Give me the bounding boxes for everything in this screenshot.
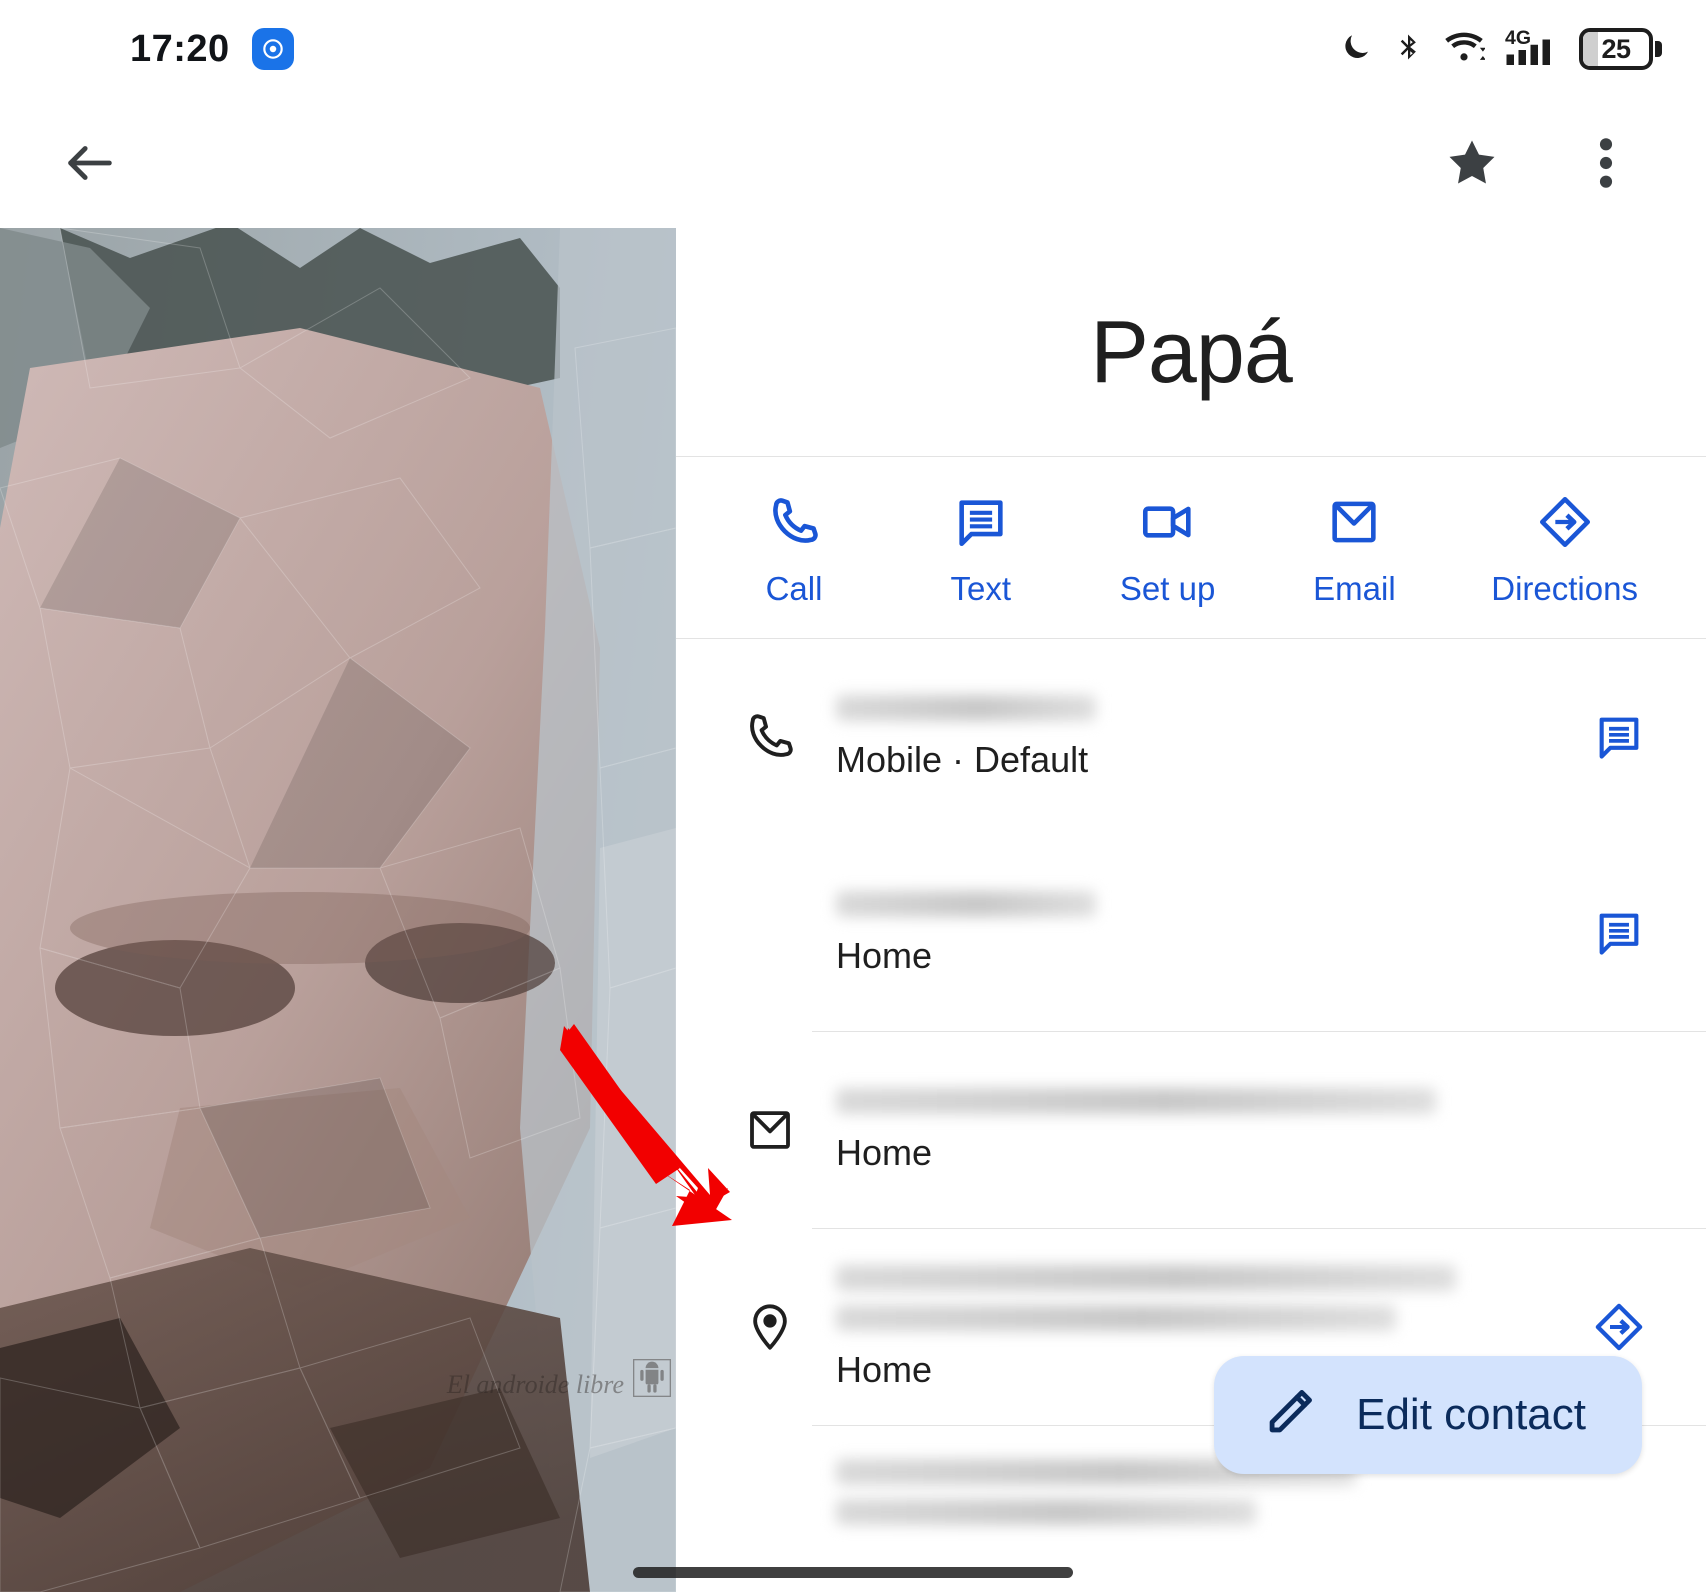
action-set-up-label: Set up: [1119, 570, 1216, 608]
detail-row-body: Home: [812, 890, 1576, 976]
action-call[interactable]: Call: [744, 493, 844, 608]
location-pin-icon: [728, 1300, 812, 1354]
pencil-icon: [1260, 1384, 1318, 1447]
video-camera-icon: [1139, 493, 1197, 556]
status-bar-right: 4G 25: [1339, 26, 1662, 73]
action-directions-label: Directions: [1491, 570, 1638, 608]
directions-icon[interactable]: [1576, 1300, 1662, 1354]
message-icon[interactable]: [1576, 907, 1662, 959]
detail-row-body: Mobile · Default: [812, 694, 1576, 780]
detail-row-body: Home: [812, 1087, 1576, 1173]
action-directions[interactable]: Directions: [1491, 493, 1638, 608]
edit-contact-button[interactable]: Edit contact: [1214, 1356, 1642, 1474]
quick-actions: Call Text Set up Email Directions: [676, 457, 1706, 638]
detail-row-subtitle: Home: [836, 1131, 933, 1173]
watermark: El androide libre: [447, 1356, 674, 1400]
status-bar-left: 17:20: [130, 28, 294, 71]
action-text-label: Text: [950, 570, 1012, 608]
edit-contact-label: Edit contact: [1356, 1390, 1586, 1439]
action-call-label: Call: [765, 570, 823, 608]
action-email[interactable]: Email: [1304, 493, 1404, 608]
camera-app-icon: [251, 28, 294, 70]
redacted-phone-number: [836, 694, 1096, 721]
watermark-text: El androide libre: [446, 1370, 624, 1399]
app-bar: [0, 98, 1706, 228]
action-email-label: Email: [1313, 570, 1396, 608]
signal-4g-icon: 4G: [1505, 26, 1559, 73]
phone-icon: [728, 709, 812, 765]
star-filled-icon[interactable]: [1434, 125, 1510, 201]
bluetooth-icon: [1393, 29, 1423, 70]
redacted-phone-number: [836, 890, 1096, 917]
action-set-up[interactable]: Set up: [1118, 493, 1218, 608]
detail-row-email-home[interactable]: Home: [676, 1032, 1706, 1228]
detail-row-phone-home[interactable]: Home: [676, 835, 1706, 1031]
wifi-icon: [1443, 30, 1486, 69]
directions-icon: [1536, 493, 1594, 556]
action-text[interactable]: Text: [931, 493, 1031, 608]
envelope-icon: [728, 1103, 812, 1157]
page-title: Papá: [1090, 302, 1293, 401]
redacted-street-address: [836, 1264, 1456, 1291]
battery-level: 25: [1601, 33, 1631, 64]
detail-row-subtitle: Mobile · Default: [836, 738, 1089, 780]
message-icon[interactable]: [1576, 711, 1662, 763]
back-arrow-icon[interactable]: [52, 125, 128, 201]
overflow-menu-icon[interactable]: [1568, 125, 1644, 201]
navigation-handle[interactable]: [633, 1567, 1073, 1578]
contact-photo[interactable]: El androide libre: [0, 228, 676, 1592]
detail-row-phone-mobile[interactable]: Mobile · Default: [676, 639, 1706, 835]
status-time: 17:20: [130, 27, 230, 70]
envelope-icon: [1325, 493, 1383, 556]
battery-indicator: 25: [1579, 28, 1662, 70]
redacted-email-address: [836, 1087, 1436, 1114]
status-bar: 17:20 4G 25: [0, 0, 1706, 98]
phone-icon: [765, 493, 823, 556]
redacted-city-address: [836, 1304, 1396, 1331]
app-bar-actions: [1434, 125, 1644, 201]
dnd-moon-icon: [1339, 30, 1373, 69]
redacted-value: [836, 1499, 1256, 1526]
android-robot-icon: [630, 1356, 674, 1400]
contact-details-screen: 17:20 4G 25 El androide libre Papá Call …: [0, 0, 1706, 1592]
detail-row-subtitle: Home: [836, 934, 933, 976]
message-icon: [952, 493, 1010, 556]
svg-text:4G: 4G: [1505, 27, 1531, 49]
